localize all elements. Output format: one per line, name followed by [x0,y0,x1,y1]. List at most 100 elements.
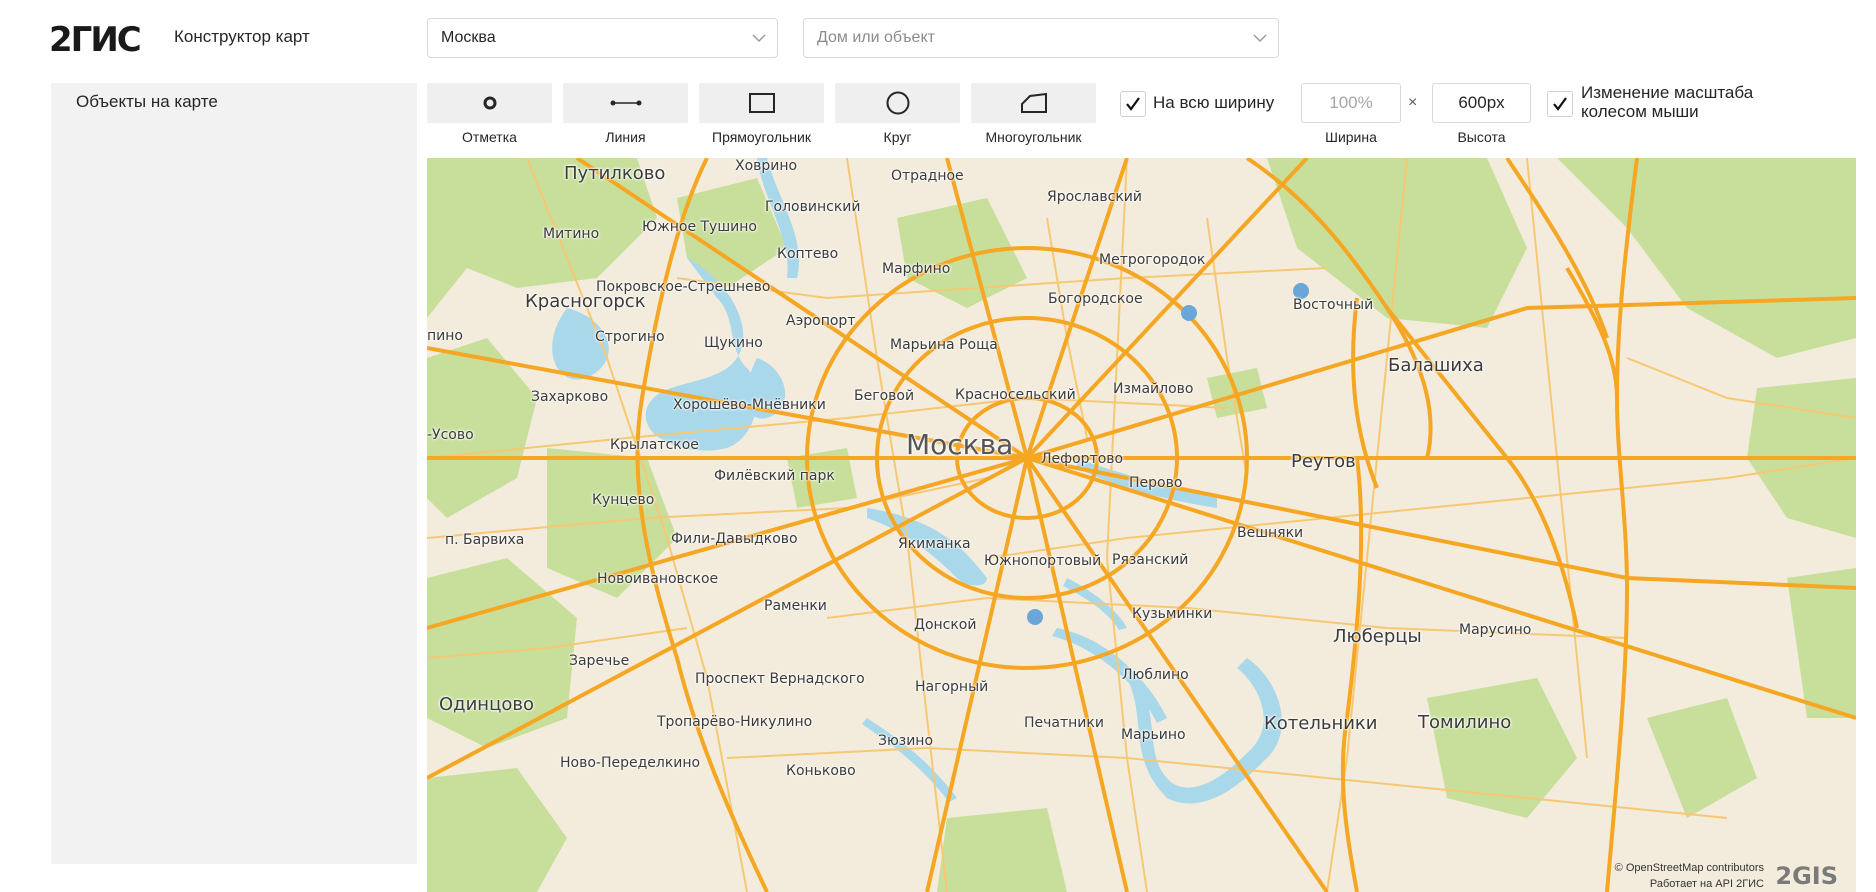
map-label: Красносельский [955,387,1076,403]
sidebar-title: Объекты на карте [76,92,218,111]
map-label: Южнопортовый [984,553,1102,569]
checkmark-icon [1126,97,1140,111]
tool-point-label: Отметка [462,129,517,145]
map-label: Марьино [1121,727,1186,743]
object-search-select[interactable]: Дом или объект [803,18,1279,58]
tool-rectangle-label: Прямоугольник [712,129,811,145]
map-view[interactable]: Путилково Ховрино Отрадное Ярославский Г… [427,158,1856,892]
map-label: Новоивановское [597,571,719,587]
map-label: Марфино [882,261,951,277]
map-label: Перово [1129,475,1183,491]
map-label: Раменки [764,598,827,614]
map-label: Кунцево [592,492,655,508]
map-label: Строгино [595,329,665,345]
map-label: Ново-Переделкино [560,755,701,771]
map-label: Отрадное [891,168,964,184]
map-label: Нагорный [915,679,989,695]
app-title: Конструктор карт [174,27,310,46]
map-label: Крылатское [610,437,699,453]
map-label: Фили-Давыдково [671,531,798,547]
map-label: Печатники [1024,715,1104,731]
map-label: Заречье [569,653,630,669]
map-label: Реутов [1291,451,1356,472]
rectangle-icon [748,93,775,113]
chevron-down-icon [752,34,766,43]
width-label: Ширина [1325,129,1377,145]
map-label: Ховрино [735,158,798,174]
map-label: Люблино [1122,667,1189,683]
times-sign: × [1408,94,1418,111]
map-label: Донской [914,617,977,633]
checkmark-icon [1553,97,1567,111]
map-label: Зюзино [878,733,934,749]
logo[interactable]: 2ГИС [49,20,142,60]
map-label: Одинцово [439,694,534,715]
map-label: Восточный [1293,297,1374,313]
map-label: Марусино [1459,622,1532,638]
map-label: Томилино [1418,712,1512,733]
height-input[interactable]: 600px [1432,83,1531,123]
object-search-placeholder: Дом или объект [817,29,935,46]
width-input[interactable]: 100% [1301,83,1401,123]
map-label: Захарково [531,389,609,405]
map-label: Хорошёво-Мнёвники [673,397,826,413]
map-label: Люберцы [1333,626,1422,647]
map-label: Митино [543,226,600,242]
scroll-zoom-label-line2: колесом мыши [1581,102,1699,121]
tool-line-button[interactable] [563,83,688,123]
map-label: Метрогородок [1099,252,1206,268]
map-label: пино [427,328,463,344]
tool-polygon-label: Многоугольник [985,129,1082,145]
map-canvas [427,158,1856,892]
map-label: Коптево [777,246,839,262]
scroll-zoom-checkbox[interactable] [1547,91,1573,117]
map-label: Москва [906,428,1014,461]
map-label: Балашиха [1388,355,1484,376]
map-label: Кузьминки [1132,606,1213,622]
polygon-icon [1020,92,1047,113]
full-width-checkbox[interactable] [1120,91,1146,117]
map-label: Филёвский парк [714,468,835,484]
map-label: Покровское-Стрешнево [596,279,771,295]
city-select[interactable]: Москва [427,18,778,58]
scroll-zoom-label: Изменение масштаба колесом мыши [1581,83,1753,121]
point-icon [483,96,496,110]
map-label: Ярославский [1047,189,1143,205]
map-label: Щукино [704,335,763,351]
map-label: Рязанский [1112,552,1189,568]
tool-line-label: Линия [605,129,646,145]
height-label: Высота [1457,129,1506,145]
tool-circle-label: Круг [883,129,912,145]
map-label: Якиманка [898,536,971,552]
map-label: Тропарёво-Никулино [657,714,813,730]
map-label: Марьина Роща [890,337,998,353]
map-label: Коньково [786,763,856,779]
map-label: п. Барвиха [445,532,525,548]
map-label: Измайлово [1113,381,1194,397]
map-label: Головинский [765,199,861,215]
tool-rectangle-button[interactable] [699,83,824,123]
map-attribution[interactable]: © OpenStreetMap contributors [1615,862,1764,874]
tool-polygon-button[interactable] [971,83,1096,123]
city-select-value: Москва [441,29,496,46]
map-label: Котельники [1264,713,1378,734]
scroll-zoom-label-line1: Изменение масштаба [1581,83,1754,102]
map-label: -Усово [427,427,474,443]
header: 2ГИС Конструктор карт Москва Дом или объ… [0,0,1876,82]
map-label: Лефортово [1041,451,1124,467]
objects-sidebar: Объекты на карте [51,83,417,864]
map-brand-logo[interactable]: 2GIS [1775,862,1838,890]
tool-circle-button[interactable] [835,83,960,123]
line-icon [610,100,641,106]
full-width-label: На всю ширину [1153,93,1275,112]
circle-icon [886,91,909,115]
tool-point-button[interactable] [427,83,552,123]
map-label: Проспект Вернадского [695,671,865,687]
map-label: Аэропорт [786,313,856,329]
map-attribution-2gis[interactable]: Работает на API 2ГИС [1650,878,1764,890]
chevron-down-icon [1253,34,1267,43]
map-label: Беговой [854,388,915,404]
map-label: Южное Тушино [642,219,757,235]
map-label: Вешняки [1237,525,1304,541]
map-green-areas [427,158,1856,892]
